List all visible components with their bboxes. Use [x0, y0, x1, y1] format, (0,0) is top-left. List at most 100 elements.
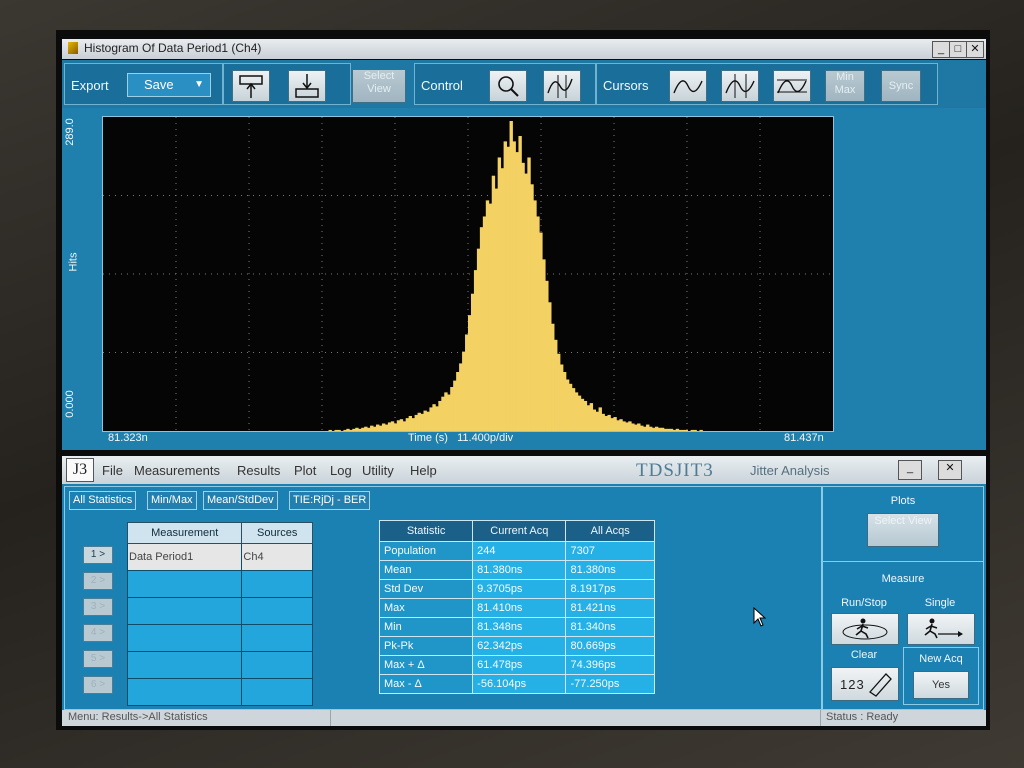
- menu-measurements[interactable]: Measurements: [134, 463, 220, 478]
- stat-current: 81.348ns: [472, 617, 567, 637]
- row-select-button[interactable]: 4 >: [83, 624, 113, 642]
- histogram-bar: [527, 157, 531, 431]
- minimize-button[interactable]: _: [932, 41, 950, 58]
- run-stop-label: Run/Stop: [841, 597, 887, 609]
- waveform-pan-icon: [547, 75, 573, 98]
- app-minimize-button[interactable]: _: [898, 460, 922, 480]
- measurement-cell: [126, 570, 243, 598]
- histogram-bar: [595, 411, 599, 431]
- menu-results[interactable]: Results: [237, 463, 280, 478]
- tab-tie-rjdj-ber[interactable]: TIE:RjDj - BER: [289, 491, 371, 510]
- table-row[interactable]: [126, 651, 313, 679]
- stat-all: 80.669ps: [565, 636, 655, 656]
- maximize-button[interactable]: □: [949, 41, 967, 58]
- window-title: Histogram Of Data Period1 (Ch4): [84, 41, 262, 55]
- histogram-bar: [562, 372, 567, 431]
- waveform-icon: [673, 80, 703, 94]
- histogram-bar: [396, 420, 401, 431]
- histogram-bar: [622, 421, 626, 431]
- row-select-button[interactable]: 5 >: [83, 650, 113, 668]
- cursor-horizontal-button[interactable]: [773, 70, 811, 102]
- histogram-bar: [625, 422, 629, 431]
- histogram-bar: [637, 423, 641, 431]
- histogram-bar: [352, 428, 356, 431]
- histogram-bar: [432, 404, 436, 431]
- stat-current: 9.3705ps: [472, 579, 567, 599]
- menu-log[interactable]: Log: [330, 463, 352, 478]
- single-button[interactable]: [907, 613, 975, 645]
- table-row[interactable]: [126, 597, 313, 625]
- plots-select-view-label: Select View: [874, 515, 932, 527]
- histogram-bar: [548, 302, 552, 431]
- status-text: Status : Ready: [826, 711, 899, 723]
- run-stop-button[interactable]: [831, 613, 899, 645]
- histogram-bar: [651, 427, 656, 431]
- x-axis-title: Time (s): [408, 432, 448, 444]
- histogram-bar: [468, 315, 472, 431]
- histogram-bar: [646, 424, 650, 431]
- select-view-button[interactable]: Select View: [352, 69, 406, 103]
- row-select-button[interactable]: 6 >: [83, 676, 113, 694]
- close-button[interactable]: ✕: [966, 41, 984, 58]
- clear-button[interactable]: 123: [831, 667, 899, 701]
- new-acq-toggle[interactable]: Yes: [913, 671, 969, 699]
- sources-header: Sources: [241, 522, 313, 544]
- stat-all: 74.396ps: [565, 655, 655, 675]
- table-row[interactable]: [126, 678, 313, 706]
- export-group: Export Save ▼: [64, 63, 223, 105]
- histogram-bar: [571, 388, 576, 431]
- histogram-bar: [536, 216, 540, 431]
- tab-min-max[interactable]: Min/Max: [147, 491, 197, 510]
- histogram-bar: [607, 414, 611, 431]
- statistics-table: Statistic Current Acq All Acqs Populatio…: [378, 520, 655, 694]
- row-select-button[interactable]: 3 >: [83, 598, 113, 616]
- histogram-bar: [503, 141, 507, 431]
- tab-all-statistics[interactable]: All Statistics: [69, 491, 137, 510]
- new-acq-value: Yes: [932, 679, 950, 691]
- menu-help[interactable]: Help: [410, 463, 437, 478]
- sync-button[interactable]: Sync: [881, 70, 921, 102]
- cursor-waveform-button[interactable]: [669, 70, 707, 102]
- stat-current: 244: [472, 541, 567, 561]
- app-close-button[interactable]: ✕: [938, 460, 962, 480]
- histogram-bar: [453, 380, 457, 431]
- source-cell: Ch4: [241, 543, 313, 571]
- row-select-button[interactable]: 2 >: [83, 572, 113, 590]
- table-row[interactable]: Data Period1 Ch4: [126, 543, 313, 571]
- histogram-bar: [649, 426, 653, 431]
- screen: Histogram Of Data Period1 (Ch4) _ □ ✕ Ex…: [56, 30, 990, 730]
- new-acq-label: New Acq: [919, 653, 963, 665]
- table-row[interactable]: [126, 570, 313, 598]
- save-download-button[interactable]: [288, 70, 326, 102]
- histogram-bar: [500, 168, 505, 431]
- histogram-bar: [693, 429, 697, 431]
- sync-label: Sync: [888, 80, 914, 92]
- histogram-bar: [497, 157, 502, 431]
- save-dropdown[interactable]: Save ▼: [127, 73, 211, 97]
- table-row: Population 244 7307: [378, 541, 655, 561]
- row-select-button[interactable]: 1 >: [83, 546, 113, 564]
- cursor-vertical-button[interactable]: [721, 70, 759, 102]
- menu-utility[interactable]: Utility: [362, 463, 394, 478]
- histogram-plot[interactable]: [102, 116, 834, 432]
- histogram-bar: [370, 425, 374, 431]
- cursors-group: Cursors Min Max Sync: [596, 63, 938, 105]
- table-row[interactable]: [126, 624, 313, 652]
- control-pane: Plots Select View Measure Run/Stop Singl…: [822, 486, 984, 710]
- menu-plot[interactable]: Plot: [294, 463, 316, 478]
- pan-button[interactable]: [543, 70, 581, 102]
- histogram-bar: [470, 293, 475, 431]
- minmax-button[interactable]: Min Max: [825, 70, 865, 102]
- histogram-bar: [465, 334, 469, 431]
- menu-file[interactable]: File: [102, 463, 123, 478]
- measurement-cell: [126, 678, 243, 706]
- plots-select-view-button[interactable]: Select View: [867, 513, 939, 547]
- tab-mean-stddev[interactable]: Mean/StdDev: [203, 491, 278, 510]
- load-upload-button[interactable]: [232, 70, 270, 102]
- histogram-window-titlebar: Histogram Of Data Period1 (Ch4) _ □ ✕: [62, 39, 986, 59]
- zoom-button[interactable]: [489, 70, 527, 102]
- histogram-bar: [669, 428, 674, 431]
- histogram-bar: [616, 420, 620, 431]
- x-max-label: 81.437n: [784, 432, 824, 444]
- histogram-bar: [429, 407, 433, 431]
